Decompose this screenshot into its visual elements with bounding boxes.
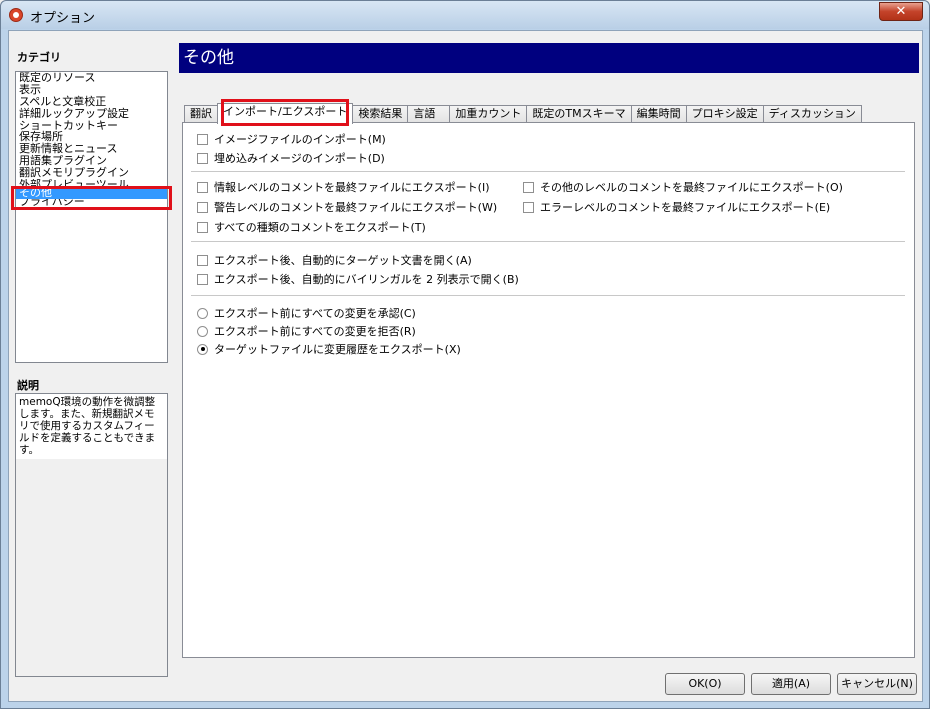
dialog-client-area: カテゴリ 既定のリソース 表示 スペルと文章校正 詳細ルックアップ設定 ショート… xyxy=(8,30,923,702)
reject-changes-radio[interactable] xyxy=(197,325,208,337)
close-button[interactable]: ✕ xyxy=(879,2,923,21)
category-list[interactable]: 既定のリソース 表示 スペルと文章校正 詳細ルックアップ設定 ショートカットキー… xyxy=(15,71,168,363)
option-radio-reject[interactable]: エクスポート前にすべての変更を拒否(R) xyxy=(197,323,416,339)
export-all-comments-label: すべての種類のコメントをエクスポート(T) xyxy=(214,221,426,234)
tab-strip: 翻訳 インポート/エクスポート 検索結果 言語 加重カウント 既定のTMスキーマ… xyxy=(184,103,862,124)
description-text: memoQ環境の動作を微調整します。また、新規翻訳メモリで使用するカスタムフィー… xyxy=(16,394,167,459)
category-item-misc[interactable]: その他 xyxy=(16,187,167,199)
import-image-checkbox[interactable] xyxy=(197,133,208,145)
open-target-after-checkbox[interactable] xyxy=(197,254,208,266)
option-open-target-after[interactable]: エクスポート後、自動的にターゲット文書を開く(A) xyxy=(197,252,472,268)
export-error-comments-label: エラーレベルのコメントを最終ファイルにエクスポート(E) xyxy=(540,201,831,214)
option-radio-track[interactable]: ターゲットファイルに変更履歴をエクスポート(X) xyxy=(197,341,461,357)
import-embedded-label: 埋め込みイメージのインポート(D) xyxy=(214,152,385,165)
options-window: オプション ✕ カテゴリ 既定のリソース 表示 スペルと文章校正 詳細ルックアッ… xyxy=(0,0,930,709)
description-box: memoQ環境の動作を微調整します。また、新規翻訳メモリで使用するカスタムフィー… xyxy=(15,393,168,677)
option-export-warning-comments[interactable]: 警告レベルのコメントを最終ファイルにエクスポート(W) xyxy=(197,199,497,215)
tab-weighted-counts[interactable]: 加重カウント xyxy=(449,105,528,123)
export-warning-comments-checkbox[interactable] xyxy=(197,201,208,213)
tab-default-tm-schema[interactable]: 既定のTMスキーマ xyxy=(526,105,632,123)
category-item-tm-plugins[interactable]: 翻訳メモリプラグイン xyxy=(16,167,167,179)
separator xyxy=(191,171,905,172)
category-item-privacy[interactable]: プライバシー xyxy=(16,199,167,208)
option-export-error-comments[interactable]: エラーレベルのコメントを最終ファイルにエクスポート(E) xyxy=(523,199,830,215)
tab-editing-time[interactable]: 編集時間 xyxy=(630,105,687,123)
option-export-all-comments[interactable]: すべての種類のコメントをエクスポート(T) xyxy=(197,219,426,235)
confirm-changes-radio[interactable] xyxy=(197,307,208,319)
reject-changes-label: エクスポート前にすべての変更を拒否(R) xyxy=(214,325,416,338)
separator xyxy=(191,241,905,242)
import-embedded-checkbox[interactable] xyxy=(197,152,208,164)
option-export-info-comments[interactable]: 情報レベルのコメントを最終ファイルにエクスポート(I) xyxy=(197,179,490,195)
confirm-changes-label: エクスポート前にすべての変更を承認(C) xyxy=(214,307,416,320)
tab-translation[interactable]: 翻訳 xyxy=(184,105,218,123)
option-open-bilingual-after[interactable]: エクスポート後、自動的にバイリンガルを 2 列表示で開く(B) xyxy=(197,271,519,287)
category-item-lookup[interactable]: 詳細ルックアップ設定 xyxy=(16,107,167,120)
cancel-button[interactable]: キャンセル(N) xyxy=(837,673,917,695)
open-bilingual-after-checkbox[interactable] xyxy=(197,273,208,285)
tab-proxy[interactable]: プロキシ設定 xyxy=(685,105,764,123)
track-changes-radio[interactable] xyxy=(197,343,208,355)
export-other-comments-label: その他のレベルのコメントを最終ファイルにエクスポート(O) xyxy=(540,181,843,194)
ok-button[interactable]: OK(O) xyxy=(665,673,745,695)
export-other-comments-checkbox[interactable] xyxy=(523,181,534,193)
tab-languages[interactable]: 言語 xyxy=(407,105,451,123)
option-import-image[interactable]: イメージファイルのインポート(M) xyxy=(197,131,386,147)
export-warning-comments-label: 警告レベルのコメントを最終ファイルにエクスポート(W) xyxy=(214,201,498,214)
category-item-display[interactable]: 表示 xyxy=(16,83,167,96)
import-export-panel: イメージファイルのインポート(M) 埋め込みイメージのインポート(D) 情報レベ… xyxy=(182,122,915,658)
category-item-spelling[interactable]: スペルと文章校正 xyxy=(16,95,167,108)
option-import-embedded[interactable]: 埋め込みイメージのインポート(D) xyxy=(197,150,385,166)
export-info-comments-checkbox[interactable] xyxy=(197,181,208,193)
description-header: 説明 xyxy=(17,379,39,392)
separator xyxy=(191,295,905,296)
export-info-comments-label: 情報レベルのコメントを最終ファイルにエクスポート(I) xyxy=(214,181,490,194)
open-target-after-label: エクスポート後、自動的にターゲット文書を開く(A) xyxy=(214,254,472,267)
window-title: オプション xyxy=(30,11,96,26)
category-header: カテゴリ xyxy=(17,51,61,64)
option-export-other-comments[interactable]: その他のレベルのコメントを最終ファイルにエクスポート(O) xyxy=(523,179,843,195)
open-bilingual-after-label: エクスポート後、自動的にバイリンガルを 2 列表示で開く(B) xyxy=(214,273,519,286)
tab-search-results[interactable]: 検索結果 xyxy=(352,105,409,123)
category-item-preview-tools[interactable]: 外部プレビューツール xyxy=(16,179,167,186)
export-all-comments-checkbox[interactable] xyxy=(197,221,208,233)
apply-button[interactable]: 適用(A) xyxy=(751,673,831,695)
track-changes-label: ターゲットファイルに変更履歴をエクスポート(X) xyxy=(214,343,461,356)
page-title: その他 xyxy=(179,43,919,73)
memoq-app-icon xyxy=(9,8,23,22)
export-error-comments-checkbox[interactable] xyxy=(523,201,534,213)
option-radio-confirm[interactable]: エクスポート前にすべての変更を承認(C) xyxy=(197,305,416,321)
import-image-label: イメージファイルのインポート(M) xyxy=(214,133,386,146)
tab-import-export[interactable]: インポート/エクスポート xyxy=(217,103,354,124)
title-bar[interactable]: オプション ✕ xyxy=(1,1,929,29)
tab-discussion[interactable]: ディスカッション xyxy=(762,105,862,123)
